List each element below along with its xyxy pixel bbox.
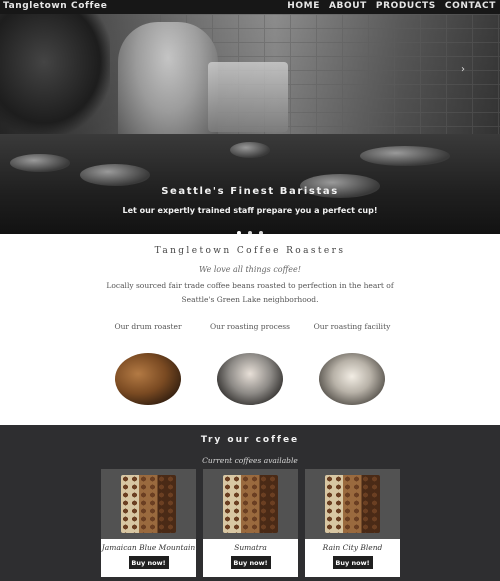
main-menu: HOME ABOUT PRODUCTS CONTACT [287, 1, 496, 11]
nav-contact-link[interactable]: CONTACT [445, 1, 496, 11]
feature-label: Our roasting process [209, 322, 291, 331]
hero-subtitle: Let our expertly trained staff prepare y… [122, 206, 378, 215]
coffee-card: Rain City Blend Buy now! [305, 469, 400, 577]
beans-shape [223, 475, 278, 533]
pastry-shape [80, 164, 150, 186]
pastry-shape [10, 154, 70, 172]
about-tagline: We love all things coffee! [199, 265, 301, 274]
hero-barista-shape [118, 22, 218, 142]
coffee-card: Sumatra Buy now! [203, 469, 298, 577]
coffee-subheading: Current coffees available [202, 456, 298, 465]
coffee-section: Try our coffee Current coffees available… [0, 425, 500, 581]
feature-roasting-process: Our roasting process [200, 322, 300, 405]
feature-label: Our roasting facility [313, 322, 391, 331]
hero-title: Seattle's Finest Baristas [161, 186, 339, 197]
carousel-indicators [0, 220, 500, 234]
hero-counter-shape [0, 134, 500, 234]
pastry-shape [230, 142, 270, 158]
feature-label: Our drum roaster [114, 322, 182, 331]
nav-products-link[interactable]: PRODUCTS [376, 1, 436, 11]
nav-about-link[interactable]: ABOUT [329, 1, 367, 11]
coffee-card: Jamaican Blue Mountain Buy now! [101, 469, 196, 577]
drum-roaster-image [115, 353, 181, 405]
buy-now-button[interactable]: Buy now! [332, 556, 373, 569]
top-navbar: Tangletown Coffee HOME ABOUT PRODUCTS CO… [0, 0, 500, 14]
about-description: Locally sourced fair trade coffee beans … [106, 281, 394, 304]
coffee-beans-image [305, 469, 400, 539]
pastry-shape [360, 146, 450, 166]
roasting-facility-image [319, 353, 385, 405]
brand-logo-link[interactable]: Tangletown Coffee [3, 1, 107, 11]
hero-carousel: › Seattle's Finest Baristas Let our expe… [0, 14, 500, 234]
coffee-name: Sumatra [234, 543, 267, 552]
coffee-beans-image [101, 469, 196, 539]
hero-espresso-machine-shape [208, 62, 288, 132]
hero-plant-shape [0, 14, 110, 134]
page: Tangletown Coffee HOME ABOUT PRODUCTS CO… [0, 0, 500, 581]
coffee-beans-image [203, 469, 298, 539]
coffee-name: Jamaican Blue Mountain [101, 543, 196, 552]
coffee-heading: Try our coffee [200, 435, 300, 445]
coffee-name: Rain City Blend [322, 543, 383, 552]
buy-now-button[interactable]: Buy now! [128, 556, 169, 569]
feature-roasting-facility: Our roasting facility [302, 322, 402, 405]
roasting-process-image [217, 353, 283, 405]
buy-now-button[interactable]: Buy now! [230, 556, 271, 569]
about-heading: Tangletown Coffee Roasters [154, 246, 346, 256]
about-section: Tangletown Coffee Roasters We love all t… [0, 234, 500, 425]
carousel-next-icon[interactable]: › [461, 64, 465, 75]
beans-shape [325, 475, 380, 533]
nav-home-link[interactable]: HOME [287, 1, 320, 11]
feature-drum-roaster: Our drum roaster [98, 322, 198, 405]
beans-shape [121, 475, 176, 533]
